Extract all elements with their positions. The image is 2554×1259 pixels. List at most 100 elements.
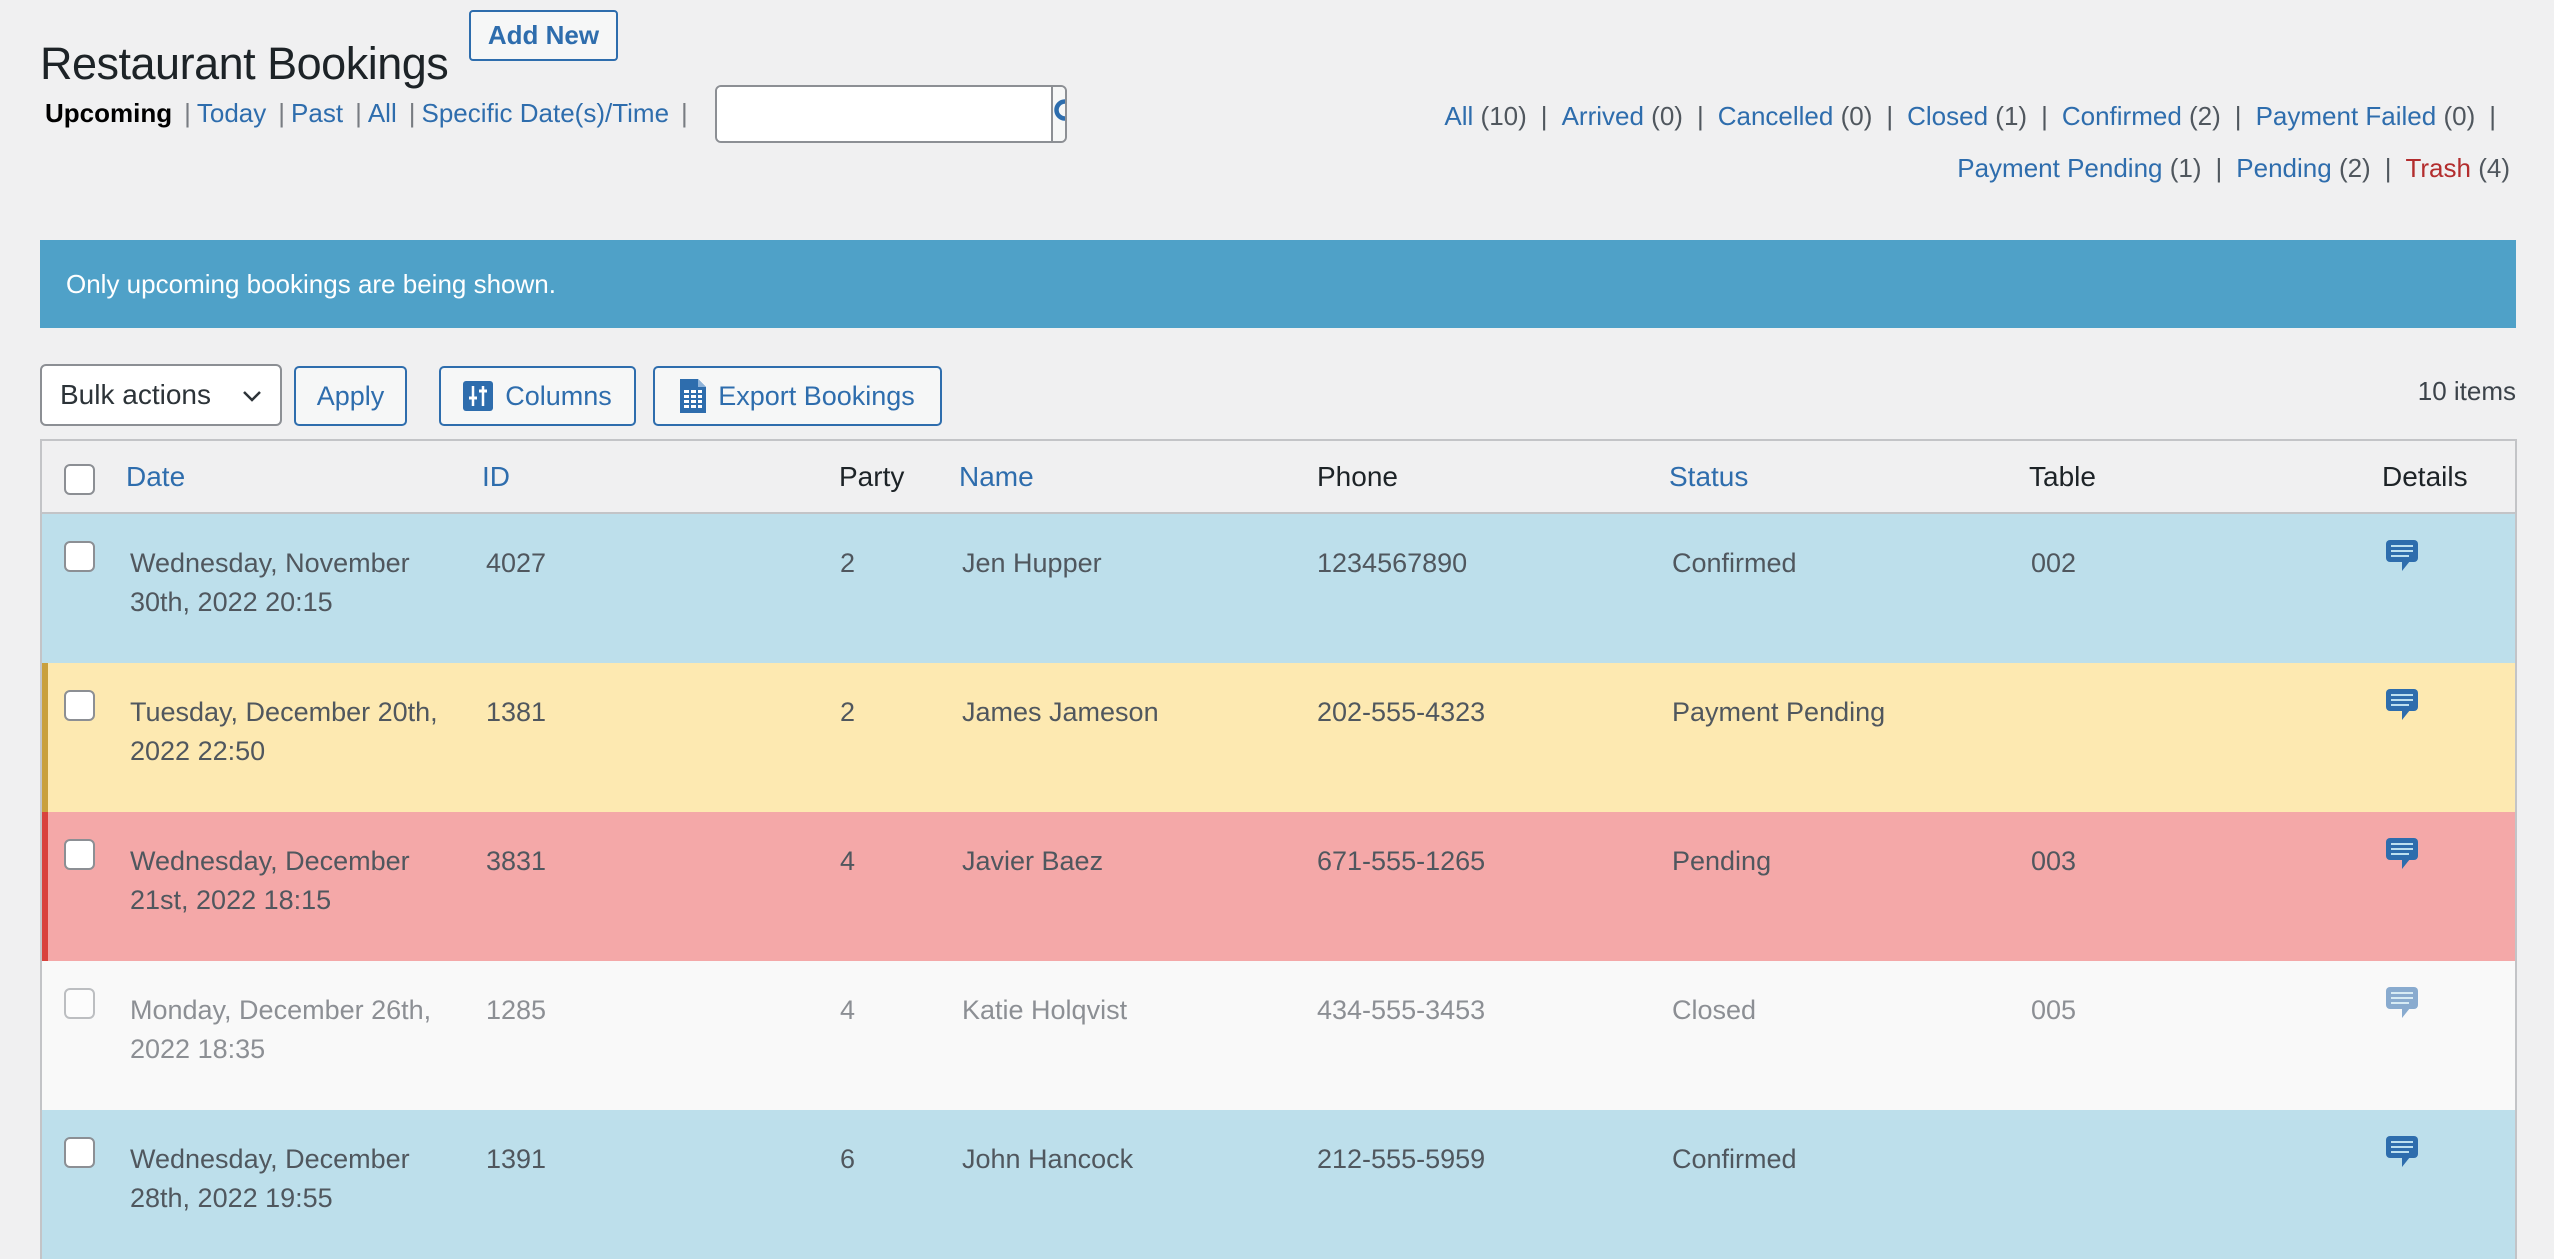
cell-date: Wednesday, December 28th, 2022 19:55 — [130, 1144, 410, 1213]
status-filter-count: (0) — [1651, 101, 1683, 131]
column-header-party: Party — [839, 461, 905, 492]
columns-icon — [463, 381, 494, 411]
column-header-name[interactable]: Name — [959, 461, 1034, 493]
row-checkbox[interactable] — [64, 690, 95, 721]
select-all-checkbox[interactable] — [64, 464, 95, 495]
cell-party: 4 — [840, 995, 856, 1025]
separator: | — [1696, 101, 1704, 131]
chevron-down-icon — [243, 391, 261, 402]
separator: | — [2234, 101, 2242, 131]
details-comment-icon[interactable] — [2384, 1134, 2420, 1170]
status-filter-payment-pending[interactable]: Payment Pending (1) — [1957, 153, 2201, 183]
cell-date: Monday, December 26th, 2022 18:35 — [130, 995, 432, 1064]
details-comment-icon[interactable] — [2384, 538, 2420, 574]
separator: | — [355, 98, 362, 128]
column-header-date[interactable]: Date — [126, 461, 456, 493]
status-filter-count: (0) — [2443, 101, 2476, 131]
details-comment-icon[interactable] — [2384, 985, 2420, 1021]
cell-party: 6 — [840, 1144, 856, 1174]
view-link-past[interactable]: Past — [291, 98, 343, 129]
column-header-status[interactable]: Status — [1669, 461, 1748, 493]
status-filter-all[interactable]: All (10) — [1444, 101, 1526, 131]
cell-name: Javier Baez — [962, 846, 1104, 876]
separator: | — [1886, 101, 1894, 131]
row-checkbox[interactable] — [64, 839, 95, 870]
status-filter-label[interactable]: Confirmed — [2062, 101, 2182, 131]
status-filters: All (10) | Arrived (0) | Cancelled (0) | Close… — [1310, 90, 2510, 194]
column-header-details: Details — [2382, 461, 2468, 492]
cell-phone: 212-555-5959 — [1317, 1144, 1486, 1174]
page-title: Restaurant Bookings — [40, 38, 449, 90]
cell-date: Wednesday, November 30th, 2022 20:15 — [130, 548, 410, 617]
status-filter-confirmed[interactable]: Confirmed (2) — [2062, 101, 2221, 131]
status-filter-count: (2) — [2189, 101, 2221, 131]
add-new-button[interactable]: Add New — [469, 10, 618, 61]
apply-label: Apply — [316, 380, 385, 411]
status-filter-count: (2) — [2338, 153, 2371, 183]
search-button[interactable] — [1051, 87, 1065, 141]
table-row: Wednesday, November 30th, 2022 20:15 4027… — [42, 514, 2515, 663]
status-filter-label[interactable]: Payment Pending — [1957, 153, 2162, 183]
search-input[interactable] — [717, 87, 1051, 141]
table-header: Date ID Party Name Phone Status Table De… — [42, 441, 2515, 514]
separator: | — [2041, 101, 2048, 131]
cell-party: 4 — [840, 846, 856, 876]
separator: | — [2489, 101, 2496, 131]
bulk-actions-select[interactable]: Bulk actions — [40, 364, 282, 426]
notice-banner: Only upcoming bookings are being shown. — [40, 240, 2516, 328]
status-filter-label[interactable]: Trash — [2405, 153, 2471, 183]
cell-party: 2 — [840, 697, 856, 727]
cell-table: 002 — [2031, 548, 2077, 578]
details-comment-icon[interactable] — [2384, 687, 2420, 723]
separator: | — [278, 98, 286, 128]
cell-status: Payment Pending — [1672, 697, 1886, 727]
cell-status: Confirmed — [1672, 548, 1797, 578]
status-filter-label[interactable]: Closed — [1907, 101, 1988, 131]
status-filter-label[interactable]: Payment Failed — [2256, 101, 2437, 131]
status-filter-count: (0) — [1840, 101, 1873, 131]
apply-button[interactable]: Apply — [294, 366, 407, 426]
row-checkbox[interactable] — [64, 541, 95, 572]
details-comment-icon[interactable] — [2384, 836, 2420, 872]
table-row: Tuesday, December 20th, 2022 22:50 1381 2 J… — [42, 663, 2515, 812]
view-link-upcoming[interactable]: Upcoming — [45, 98, 172, 129]
separator: | — [184, 98, 191, 128]
cell-status: Closed — [1672, 995, 1757, 1025]
columns-button[interactable]: Columns — [439, 366, 636, 426]
status-filter-count: (10) — [1480, 101, 1527, 131]
row-checkbox[interactable] — [64, 1137, 95, 1168]
status-filter-closed[interactable]: Closed (1) — [1907, 101, 2027, 131]
status-filter-payment-failed[interactable]: Payment Failed (0) — [2256, 101, 2476, 131]
status-filter-label[interactable]: Pending — [2236, 153, 2331, 183]
status-filter-trash[interactable]: Trash (4) — [2405, 153, 2510, 183]
status-filter-pending[interactable]: Pending (2) — [2236, 153, 2370, 183]
column-header-table: Table — [2029, 461, 2096, 492]
column-header-phone: Phone — [1317, 461, 1398, 492]
status-filter-label[interactable]: Cancelled — [1718, 101, 1834, 131]
view-link-specific-date-s-time[interactable]: Specific Date(s)/Time — [422, 98, 670, 129]
status-filter-label[interactable]: All — [1444, 101, 1473, 131]
cell-status: Pending — [1672, 846, 1772, 876]
notice-text: Only upcoming bookings are being shown. — [66, 268, 556, 299]
status-filter-arrived[interactable]: Arrived (0) — [1562, 101, 1683, 131]
table-row: Wednesday, December 21st, 2022 18:15 3831… — [42, 812, 2515, 961]
separator: | — [1540, 101, 1548, 131]
table-row: Monday, December 26th, 2022 18:35 1285 4 Ka… — [42, 961, 2515, 1110]
cell-id: 3831 — [486, 846, 547, 876]
cell-date: Wednesday, December 21st, 2022 18:15 — [130, 846, 410, 915]
view-link-all[interactable]: All — [368, 98, 397, 129]
view-link-today[interactable]: Today — [197, 98, 266, 129]
status-filter-cancelled[interactable]: Cancelled (0) — [1718, 101, 1873, 131]
cell-table: 003 — [2031, 846, 2077, 876]
cell-name: Katie Holqvist — [962, 995, 1128, 1025]
spreadsheet-icon — [680, 379, 707, 413]
row-checkbox[interactable] — [64, 988, 95, 1019]
cell-id: 1391 — [486, 1144, 547, 1174]
export-bookings-button[interactable]: Export Bookings — [653, 366, 942, 426]
status-filter-label[interactable]: Arrived — [1562, 101, 1644, 131]
column-header-id[interactable]: ID — [482, 461, 510, 493]
separator: | — [681, 98, 688, 128]
bookings-table: Date ID Party Name Phone Status Table De… — [40, 439, 2517, 1259]
cell-id: 1381 — [486, 697, 547, 727]
search-icon — [1054, 99, 1065, 121]
